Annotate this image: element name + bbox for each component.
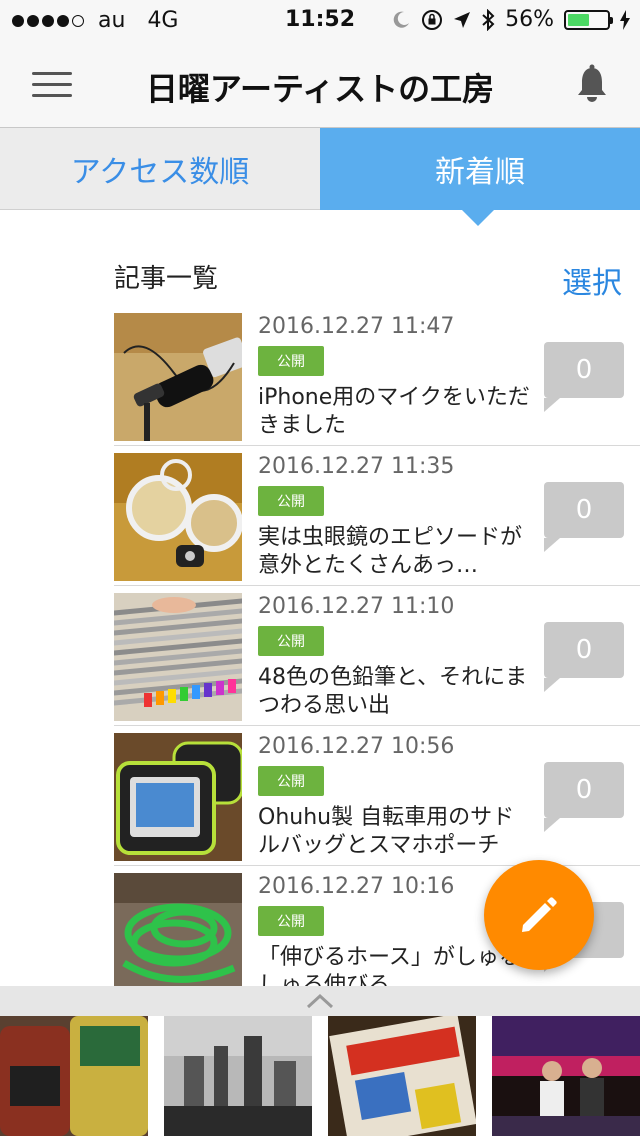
article-title: iPhone用のマイクをいただきました	[258, 385, 530, 438]
status-bar: au 4G 11:52 56%	[0, 0, 640, 40]
article-date: 2016.12.27 11:47	[258, 314, 455, 339]
moon-icon	[393, 11, 410, 28]
article-thumbnail	[114, 313, 242, 441]
comment-count-badge: 0	[544, 342, 624, 412]
comment-count-badge: 0	[544, 762, 624, 832]
charging-icon	[620, 9, 630, 30]
pencil-icon	[522, 897, 557, 932]
select-button[interactable]: 選択	[562, 258, 622, 302]
location-icon	[454, 11, 471, 28]
bluetooth-icon	[482, 8, 495, 31]
section-title: 記事一覧	[114, 264, 219, 294]
orientation-lock-icon	[422, 9, 443, 30]
status-badge: 公開	[258, 626, 324, 656]
page-title: 日曜アーティストの工房	[145, 70, 495, 108]
article-thumbnail	[114, 873, 242, 1001]
article-date: 2016.12.27 10:16	[258, 874, 455, 899]
article-date: 2016.12.27 10:56	[258, 734, 455, 759]
article-title: Ohuhu製 自転車用のサドルバッグとスマホポーチ	[258, 805, 515, 858]
sort-tabs: アクセス数順 新着順	[0, 128, 640, 226]
status-badge: 公開	[258, 906, 324, 936]
battery-percent: 56%	[505, 7, 554, 32]
list-item[interactable]: 2016.12.27 11:10 公開 48色の色鉛筆と、それにまつわる思い出 …	[114, 586, 640, 726]
article-title: 48色の色鉛筆と、それにまつわる思い出	[258, 665, 528, 718]
bell-icon[interactable]	[574, 64, 610, 104]
photo-gallery	[0, 1016, 640, 1136]
battery-icon	[564, 9, 613, 30]
tab-access-order[interactable]: アクセス数順	[0, 128, 320, 210]
navigation-bar: 日曜アーティストの工房	[0, 40, 640, 128]
status-badge: 公開	[258, 766, 324, 796]
list-item[interactable]: 2016.12.27 11:35 公開 実は虫眼鏡のエピソードが意外とたくさんあ…	[114, 446, 640, 586]
status-badge: 公開	[258, 346, 324, 376]
article-thumbnail	[114, 453, 242, 581]
new-post-button[interactable]	[484, 860, 594, 970]
list-item[interactable]: 2016.12.27 11:47 公開 iPhone用のマイクをいただきました …	[114, 306, 640, 446]
gallery-photo[interactable]	[164, 1016, 312, 1136]
chevron-up-icon	[306, 993, 334, 1009]
comment-count-badge: 0	[544, 482, 624, 552]
article-date: 2016.12.27 11:35	[258, 454, 455, 479]
article-thumbnail	[114, 593, 242, 721]
article-title: 実は虫眼鏡のエピソードが意外とたくさんあっ…	[258, 525, 523, 578]
status-badge: 公開	[258, 486, 324, 516]
article-thumbnail	[114, 733, 242, 861]
gallery-photo[interactable]	[492, 1016, 640, 1136]
list-item[interactable]: 2016.12.27 10:56 公開 Ohuhu製 自転車用のサドルバッグとス…	[114, 726, 640, 866]
gallery-photo[interactable]	[328, 1016, 476, 1136]
tab-newest-order[interactable]: 新着順	[320, 128, 640, 226]
article-date: 2016.12.27 11:10	[258, 594, 455, 619]
comment-count-badge: 0	[544, 622, 624, 692]
gallery-drawer-handle[interactable]	[0, 986, 640, 1016]
gallery-photo[interactable]	[0, 1016, 148, 1136]
